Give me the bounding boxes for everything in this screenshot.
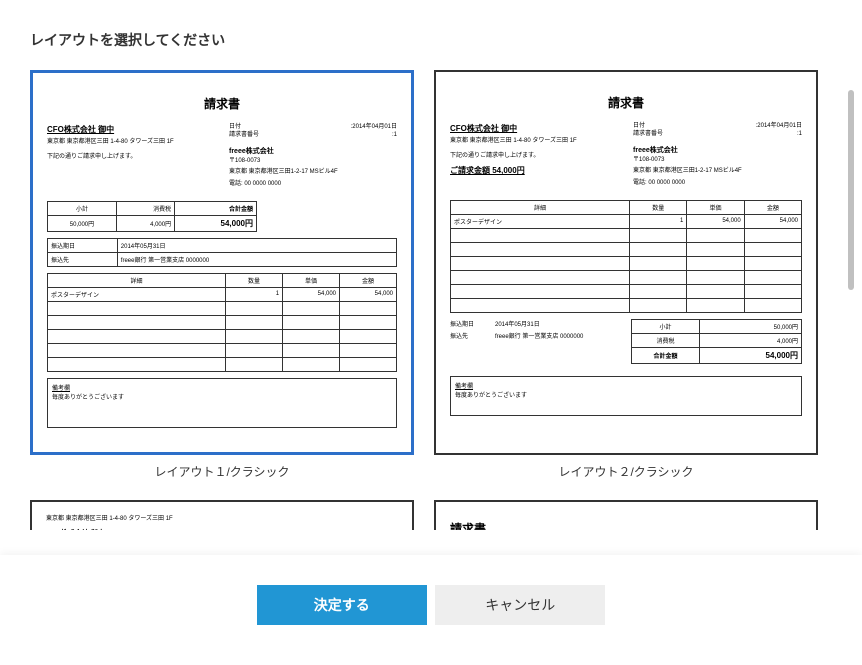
layout-selection-area: 請求書 CFO株式会社 御中 東京都 東京都港区三田 1-4-80 タワーズ三田… bbox=[0, 70, 862, 540]
summary-table: 小計消費税合計金額 50,000円4,000円54,000円 bbox=[47, 201, 257, 232]
modal-footer: 決定する キャンセル bbox=[0, 555, 862, 665]
totals-table: 小計50,000円 消費税4,000円 合計金額54,000円 bbox=[631, 319, 802, 364]
submit-button[interactable]: 決定する bbox=[257, 585, 427, 625]
company-address: 東京都 東京都港区三田1-2-17 MSビル4F bbox=[229, 169, 397, 177]
layout-preview-3[interactable]: 東京都 東京都港区三田 1-4-80 タワーズ三田 1F CFO株式会社 御中 bbox=[30, 500, 414, 530]
layout-label-1: レイアウト１/クラシック bbox=[30, 463, 414, 480]
client-address: 東京都 東京都港区三田 1-4-80 タワーズ三田 1F bbox=[47, 139, 215, 147]
layout-preview-2[interactable]: 請求書 CFO株式会社 御中 東京都 東京都港区三田 1-4-80 タワーズ三田… bbox=[434, 70, 818, 455]
doc-title: 請求書 bbox=[450, 94, 802, 111]
layout-option-2: 請求書 CFO株式会社 御中 東京都 東京都港区三田 1-4-80 タワーズ三田… bbox=[434, 70, 818, 480]
company-postal: 〒108-0073 bbox=[229, 158, 397, 166]
client-name: CFO株式会社 御中 bbox=[47, 124, 215, 135]
doc-title: 請求書 bbox=[47, 95, 397, 112]
detail-table: 詳細数量単価金額 ポスターデザイン154,00054,000 bbox=[47, 273, 397, 372]
bank-info-table: 振込期日2014年05月31日 振込先freee銀行 第一営業支店 000000… bbox=[47, 238, 397, 267]
company-tel: 電話: 00 0000 0000 bbox=[229, 181, 397, 189]
layout-preview-1[interactable]: 請求書 CFO株式会社 御中 東京都 東京都港区三田 1-4-80 タワーズ三田… bbox=[30, 70, 414, 455]
note-box: 備考欄 毎度ありがとうございます bbox=[47, 378, 397, 428]
layout-option-1: 請求書 CFO株式会社 御中 東京都 東京都港区三田 1-4-80 タワーズ三田… bbox=[30, 70, 414, 480]
layout-option-4-partial: 請求書 bbox=[434, 500, 818, 530]
message: 下記の通りご請求申し上げます。 bbox=[47, 151, 215, 160]
scrollbar[interactable] bbox=[848, 90, 854, 290]
modal-header: レイアウトを選択してください bbox=[0, 0, 862, 70]
layout-label-2: レイアウト２/クラシック bbox=[434, 463, 818, 480]
cancel-button[interactable]: キャンセル bbox=[435, 585, 605, 625]
client-name: CFO株式会社 御中 bbox=[450, 123, 619, 134]
modal-title: レイアウトを選択してください bbox=[30, 30, 832, 50]
layout-preview-4[interactable]: 請求書 bbox=[434, 500, 818, 530]
detail-table: 詳細数量単価金額 ポスターデザイン154,00054,000 bbox=[450, 200, 802, 313]
total-line: ご請求金額 54,000円 bbox=[450, 165, 619, 176]
layout-option-3-partial: 東京都 東京都港区三田 1-4-80 タワーズ三田 1F CFO株式会社 御中 bbox=[30, 500, 414, 530]
note-box: 備考欄 毎度ありがとうございます bbox=[450, 376, 802, 416]
company-name: freee株式会社 bbox=[229, 146, 397, 156]
